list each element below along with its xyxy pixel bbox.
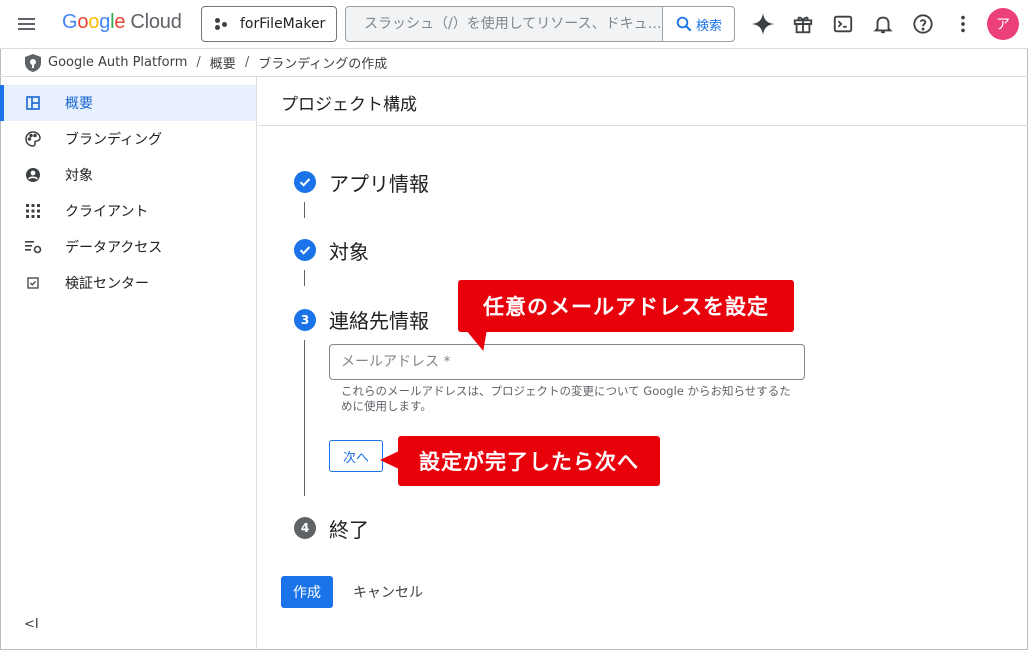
email-field[interactable] xyxy=(329,344,805,380)
step-4-label: 終了 xyxy=(329,518,369,542)
step-1-label[interactable]: アプリ情報 xyxy=(329,168,429,197)
annotation-callout-next: 設定が完了したら次へ xyxy=(398,436,660,486)
breadcrumb-auth-platform[interactable]: Google Auth Platform xyxy=(48,55,187,70)
cloud-shell-icon[interactable] xyxy=(829,10,857,38)
breadcrumb: Google Auth Platform / 概要 / ブランディングの作成 xyxy=(0,48,1028,77)
sidebar-item-audience[interactable]: 対象 xyxy=(0,157,256,193)
step-connector xyxy=(304,340,305,496)
apps-grid-icon xyxy=(24,202,42,220)
next-button[interactable]: 次へ xyxy=(329,440,383,472)
project-icon xyxy=(214,16,230,32)
search-input[interactable] xyxy=(346,7,662,41)
collapse-sidebar-button[interactable]: <I xyxy=(24,617,39,632)
sidebar-item-label: データアクセス xyxy=(65,240,163,256)
step-4-number: 4 xyxy=(294,517,316,539)
annotation-callout-email: 任意のメールアドレスを設定 xyxy=(458,280,794,332)
gemini-sparkle-icon[interactable] xyxy=(749,10,777,38)
verification-icon xyxy=(24,274,42,292)
project-name: forFileMaker xyxy=(240,16,326,32)
sidebar-item-label: クライアント xyxy=(65,204,149,220)
callout-pointer xyxy=(380,451,399,469)
sidebar-item-verification-center[interactable]: 検証センター xyxy=(0,265,256,301)
top-bar: GoogleCloud forFileMaker 検索 xyxy=(0,0,1028,48)
active-indicator xyxy=(0,85,4,121)
sidebar-item-label: 対象 xyxy=(65,168,93,184)
sidebar-item-data-access[interactable]: データアクセス xyxy=(0,229,256,265)
account-circle-icon xyxy=(24,166,42,184)
email-hint: これらのメールアドレスは、プロジェクトの変更について Google からお知らせ… xyxy=(341,384,791,413)
search-button[interactable]: 検索 xyxy=(662,7,734,41)
sidebar-item-label: ブランディング xyxy=(65,132,163,148)
search-bar: 検索 xyxy=(345,6,735,42)
menu-icon[interactable] xyxy=(14,12,38,36)
palette-icon xyxy=(24,130,42,148)
sidebar-item-branding[interactable]: ブランディング xyxy=(0,121,256,157)
sidebar-item-label: 概要 xyxy=(65,96,93,112)
google-cloud-logo[interactable]: Google Cloud xyxy=(62,11,182,34)
sidebar: 概要 ブランディング 対象 クライアント データアクセス 検証センター <I xyxy=(0,77,257,650)
cancel-button[interactable]: キャンセル xyxy=(344,576,432,608)
sidebar-item-overview[interactable]: 概要 xyxy=(0,85,256,121)
help-icon[interactable] xyxy=(909,10,937,38)
project-picker-button[interactable]: forFileMaker xyxy=(201,6,337,42)
avatar[interactable]: ア xyxy=(987,8,1019,40)
step-3-number: 3 xyxy=(294,309,316,331)
step-complete-check-icon xyxy=(294,171,316,193)
step-2-label[interactable]: 対象 xyxy=(329,236,369,265)
sidebar-item-label: 検証センター xyxy=(65,276,149,292)
page-title: プロジェクト構成 xyxy=(281,95,417,115)
more-vert-icon[interactable] xyxy=(949,10,977,38)
data-access-icon xyxy=(24,238,42,256)
step-3-label: 連絡先情報 xyxy=(329,309,429,333)
dashboard-icon xyxy=(24,94,42,112)
title-divider xyxy=(258,125,1028,126)
search-button-label: 検索 xyxy=(695,18,722,34)
step-connector xyxy=(304,202,305,218)
step-connector xyxy=(304,270,305,286)
gift-icon[interactable] xyxy=(789,10,817,38)
notifications-icon[interactable] xyxy=(869,10,897,38)
breadcrumb-overview[interactable]: 概要 xyxy=(210,53,236,72)
breadcrumb-separator: / xyxy=(196,55,201,70)
create-button[interactable]: 作成 xyxy=(281,576,333,608)
breadcrumb-separator: / xyxy=(244,55,250,70)
breadcrumb-create-branding: ブランディングの作成 xyxy=(258,57,388,72)
step-complete-check-icon xyxy=(294,239,316,261)
search-icon xyxy=(676,16,692,32)
shield-icon xyxy=(25,53,41,72)
sidebar-item-clients[interactable]: クライアント xyxy=(0,193,256,229)
